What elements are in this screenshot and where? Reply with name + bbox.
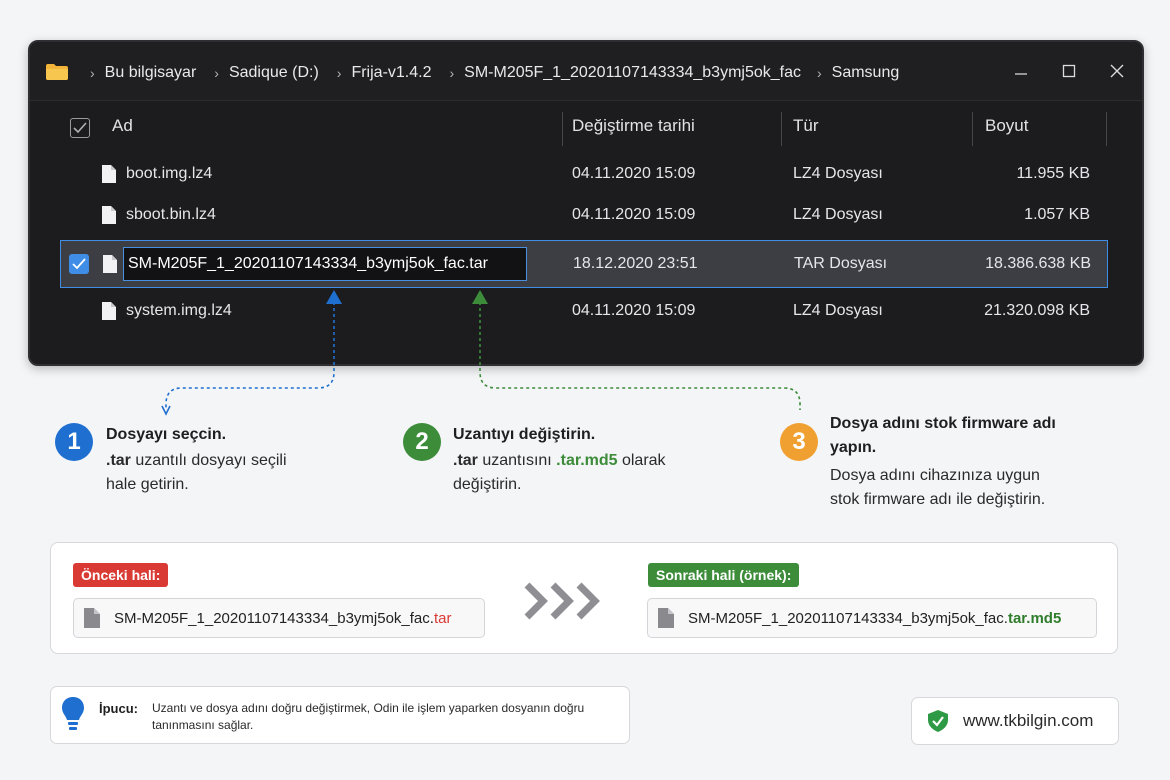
- before-filename: SM-M205F_1_20201107143334_b3ymj5ok_fac. t…: [73, 598, 485, 638]
- annotation-arrows: [161, 290, 801, 416]
- step-3-desc: Dosya adını cihazınıza uygun stok firmwa…: [830, 464, 1045, 512]
- step-1-badge: 1: [55, 423, 93, 461]
- tip-box: İpucu: Uzantı ve dosya adını doğru değiş…: [50, 686, 630, 744]
- step-3-desc-line2: stok firmware adı ile değiştirin.: [830, 491, 1046, 508]
- step-2-desc-rest: olarak: [617, 452, 666, 469]
- step-2-desc-text: uzantısını: [477, 452, 557, 469]
- tip-text: Uzantı ve dosya adını doğru değiştirmek,…: [152, 700, 584, 734]
- after-filename-base: SM-M205F_1_20201107143334_b3ymj5ok_fac.: [688, 609, 1008, 627]
- step-3-title-line2: yapın.: [830, 439, 877, 456]
- step-1-ext: .tar: [106, 452, 131, 469]
- step-2-title: Uzantıyı değiştirin.: [453, 426, 596, 443]
- after-filename-ext: tar.md5: [1007, 609, 1062, 627]
- step-1-desc: .tar uzantılı dosyayı seçili hale getiri…: [106, 449, 287, 497]
- step-2-ext-new: .tar.md5: [556, 452, 618, 469]
- after-label: Sonraki hali (örnek):: [648, 563, 800, 587]
- step-2-desc: .tar uzantısını .tar.md5 olarak değiştir…: [453, 449, 666, 497]
- step-2-badge: 2: [403, 423, 441, 461]
- step-1-desc-text: uzantılı dosyayı seçili: [130, 452, 287, 469]
- tip-label: İpucu:: [99, 701, 138, 716]
- step-1-desc-line2: hale getirin.: [106, 476, 189, 493]
- before-label: Önceki hali:: [73, 563, 169, 587]
- step-3-title: Dosya adını stok firmware adı yapın.: [830, 412, 1056, 460]
- site-url[interactable]: www.tkbilgin.com: [963, 711, 1093, 731]
- after-filename: SM-M205F_1_20201107143334_b3ymj5ok_fac. t…: [647, 598, 1097, 638]
- shield-check-icon: [928, 710, 948, 732]
- file-icon: [84, 608, 100, 628]
- step-3-badge: 3: [780, 423, 818, 461]
- site-badge[interactable]: www.tkbilgin.com: [911, 697, 1119, 745]
- lightbulb-icon: [62, 697, 84, 730]
- tip-text-line2: tanınmasını sağlar.: [152, 718, 254, 732]
- step-3-desc-line1: Dosya adını cihazınıza uygun: [830, 467, 1040, 484]
- file-icon: [658, 608, 674, 628]
- arrow-step-2: [472, 290, 801, 410]
- before-after-panel: Önceki hali: SM-M205F_1_20201107143334_b…: [50, 542, 1118, 654]
- step-2-desc-line2: değiştirin.: [453, 476, 522, 493]
- step-1-title: Dosyayı seçcin.: [106, 426, 227, 443]
- before-filename-ext: tar: [433, 609, 452, 627]
- arrow-step-1: [161, 290, 342, 416]
- before-filename-base: SM-M205F_1_20201107143334_b3ymj5ok_fac.: [114, 609, 434, 627]
- step-2-ext: .tar: [453, 452, 478, 469]
- tip-text-line1: Uzantı ve dosya adını doğru değiştirmek,…: [152, 701, 585, 715]
- chevrons-right-icon: [524, 582, 600, 620]
- step-3-title-line1: Dosya adını stok firmware adı: [830, 415, 1056, 432]
